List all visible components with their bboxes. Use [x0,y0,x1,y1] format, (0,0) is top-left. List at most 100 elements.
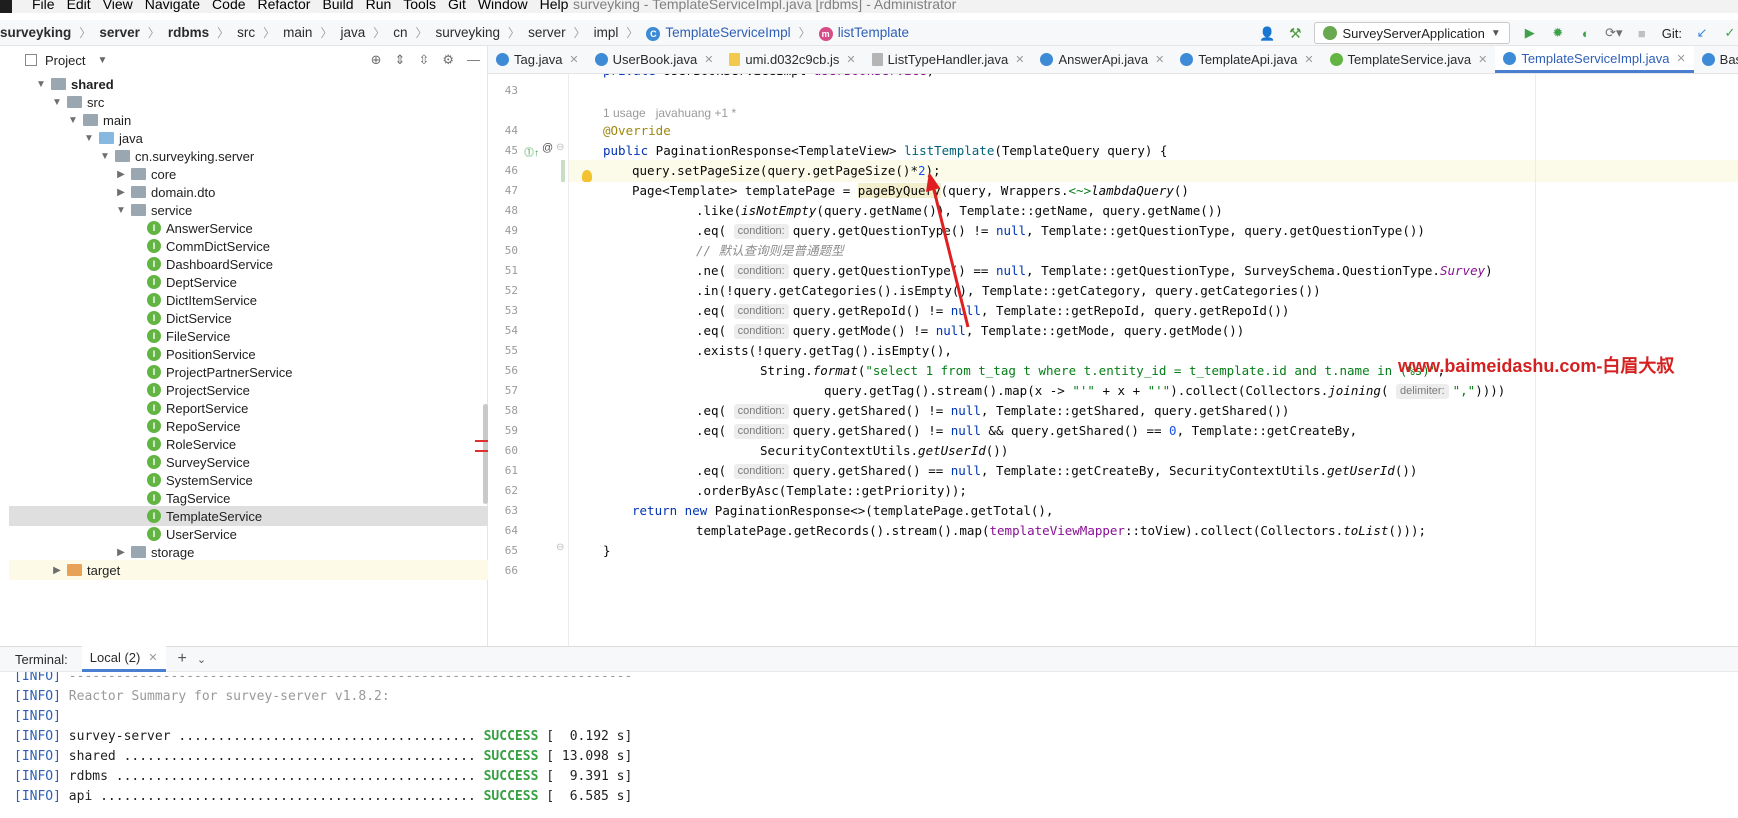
close-icon[interactable]: ✕ [1015,53,1024,66]
close-icon[interactable]: ✕ [1478,53,1487,66]
menu-file[interactable]: File [32,0,55,12]
tree-item-reposervice[interactable]: I RepoService [131,416,240,436]
code-editor[interactable]: 4243444546474849505152535455565758596061… [488,74,1738,646]
tree-item-reportservice[interactable]: I ReportService [131,398,248,418]
tree-item-java[interactable]: ▼ java [83,128,143,148]
tree-item-target[interactable]: ▶ target [51,560,120,580]
tab-templateapi-java[interactable]: TemplateApi.java ✕ [1172,46,1321,73]
tree-item-service[interactable]: ▼ service [115,200,192,220]
menu-window[interactable]: Window [478,0,528,12]
breadcrumb-item[interactable]: surveyking [0,25,71,40]
minimize-icon[interactable]: — [467,52,480,68]
menu-edit[interactable]: Edit [67,0,91,12]
terminal-output[interactable]: [INFO] ---------------------------------… [0,672,1738,818]
tree-item-systemservice[interactable]: I SystemService [131,470,253,490]
build-hammer-icon[interactable]: ⚒ [1289,25,1302,42]
terminal-tab-local-2[interactable]: Local (2) ✕ [81,646,166,672]
close-icon[interactable]: ✕ [1155,53,1164,66]
tab-templateservice-java[interactable]: TemplateService.java ✕ [1322,46,1496,73]
tree-item-shared[interactable]: ▼ shared [35,74,114,94]
close-icon[interactable]: ✕ [1304,53,1313,66]
run-configuration-select[interactable]: SurveyServerApplication ▼ [1313,22,1510,44]
tree-item-projectpartnerservice[interactable]: I ProjectPartnerService [131,362,292,382]
tree-item-roleservice[interactable]: I RoleService [131,434,236,454]
menu-navigate[interactable]: Navigate [145,0,200,12]
breadcrumb-item[interactable]: m listTemplate [818,25,909,41]
menu-refactor[interactable]: Refactor [258,0,311,12]
menu-tools[interactable]: Tools [403,0,436,12]
git-update-icon[interactable]: ↙ [1694,25,1710,41]
tree-item-storage[interactable]: ▶ storage [115,542,194,562]
chevron-down-icon[interactable]: ▼ [67,115,79,126]
breadcrumb-item[interactable]: impl [594,25,619,40]
breadcrumb-item[interactable]: main [283,25,312,40]
git-commit-icon[interactable]: ✓ [1722,25,1738,41]
breadcrumb-item[interactable]: C TemplateServiceImpl [646,25,791,41]
run-icon[interactable]: ▶ [1522,25,1538,41]
locate-icon[interactable]: ⊕ [371,52,382,68]
tree-item-surveyservice[interactable]: I SurveyService [131,452,250,472]
gear-icon[interactable]: ⚙ [442,52,454,68]
menu-run[interactable]: Run [366,0,392,12]
chevron-down-icon[interactable]: ▼ [35,79,47,90]
stop-icon[interactable]: ■ [1634,25,1650,41]
tree-item-dictservice[interactable]: I DictService [131,308,232,328]
tab-umi-d032c9cb-js[interactable]: umi.d032c9cb.js ✕ [721,46,863,73]
collapse-all-icon[interactable]: ⇳ [418,52,429,68]
tree-item-core[interactable]: ▶ core [115,164,176,184]
chevron-down-icon[interactable]: ▼ [97,55,107,66]
fold-icon[interactable]: ⊖ [556,142,564,153]
breadcrumb-item[interactable]: java [340,25,365,40]
chevron-down-icon[interactable]: ⌄ [197,653,206,666]
tree-item-cn-surveyking-server[interactable]: ▼ cn.surveyking.server [99,146,254,166]
tree-item-domain-dto[interactable]: ▶ domain.dto [115,182,215,202]
tree-item-tagservice[interactable]: I TagService [131,488,230,508]
tree-item-templateservice[interactable]: I TemplateService [131,506,262,526]
tree-item-deptservice[interactable]: I DeptService [131,272,237,292]
close-icon[interactable]: ✕ [704,53,713,66]
tab-tag-java[interactable]: Tag.java ✕ [488,46,587,73]
tab-answerapi-java[interactable]: AnswerApi.java ✕ [1032,46,1172,73]
chevron-right-icon[interactable]: ▶ [115,547,127,558]
tab-listtypehandler-java[interactable]: ListTypeHandler.java ✕ [864,46,1033,73]
at-icon[interactable]: @ [542,142,553,154]
menu-git[interactable]: Git [448,0,466,12]
chevron-down-icon[interactable]: ▼ [99,151,111,162]
breadcrumb-item[interactable]: src [237,25,255,40]
chevron-right-icon[interactable]: ▶ [115,169,127,180]
chevron-down-icon[interactable]: ▼ [51,97,63,108]
breadcrumb-item[interactable]: rdbms [168,25,209,40]
breadcrumb-item[interactable]: surveyking [436,25,501,40]
close-icon[interactable]: ✕ [569,53,578,66]
intention-bulb-icon[interactable] [582,170,592,182]
menu-help[interactable]: Help [540,0,569,12]
tree-item-answerservice[interactable]: I AnswerService [131,218,253,238]
chevron-right-icon[interactable]: ▶ [115,187,127,198]
close-icon[interactable]: ✕ [148,651,157,664]
implements-icon[interactable]: ⓵↑ [524,144,539,159]
profile-icon[interactable]: ⟳▾ [1605,25,1622,41]
breadcrumb-item[interactable]: server [99,25,140,40]
chevron-down-icon[interactable]: ▼ [83,133,95,144]
tree-item-dashboardservice[interactable]: I DashboardService [131,254,273,274]
tree-item-commdictservice[interactable]: I CommDictService [131,236,270,256]
chevron-right-icon[interactable]: ▶ [51,565,63,576]
expand-all-icon[interactable]: ⇕ [395,52,406,68]
breadcrumb-item[interactable]: cn [393,25,407,40]
project-title[interactable]: Project [45,53,85,68]
tree-item-userservice[interactable]: I UserService [131,524,237,544]
coverage-icon[interactable]: ◐ [1578,25,1594,41]
new-terminal-icon[interactable]: + [178,650,187,668]
tree-item-dictitemservice[interactable]: I DictItemService [131,290,257,310]
breadcrumb-item[interactable]: server [528,25,566,40]
tree-item-positionservice[interactable]: I PositionService [131,344,256,364]
tab-templateserviceimpl-java[interactable]: TemplateServiceImpl.java ✕ [1495,46,1694,73]
menu-build[interactable]: Build [322,0,353,12]
tab-baseser[interactable]: BaseSer [1694,46,1738,73]
debug-icon[interactable]: ✹ [1550,25,1566,41]
close-icon[interactable]: ✕ [846,53,855,66]
menu-view[interactable]: View [103,0,133,12]
menu-code[interactable]: Code [212,0,245,12]
tree-item-src[interactable]: ▼ src [51,92,104,112]
tree-item-projectservice[interactable]: I ProjectService [131,380,250,400]
